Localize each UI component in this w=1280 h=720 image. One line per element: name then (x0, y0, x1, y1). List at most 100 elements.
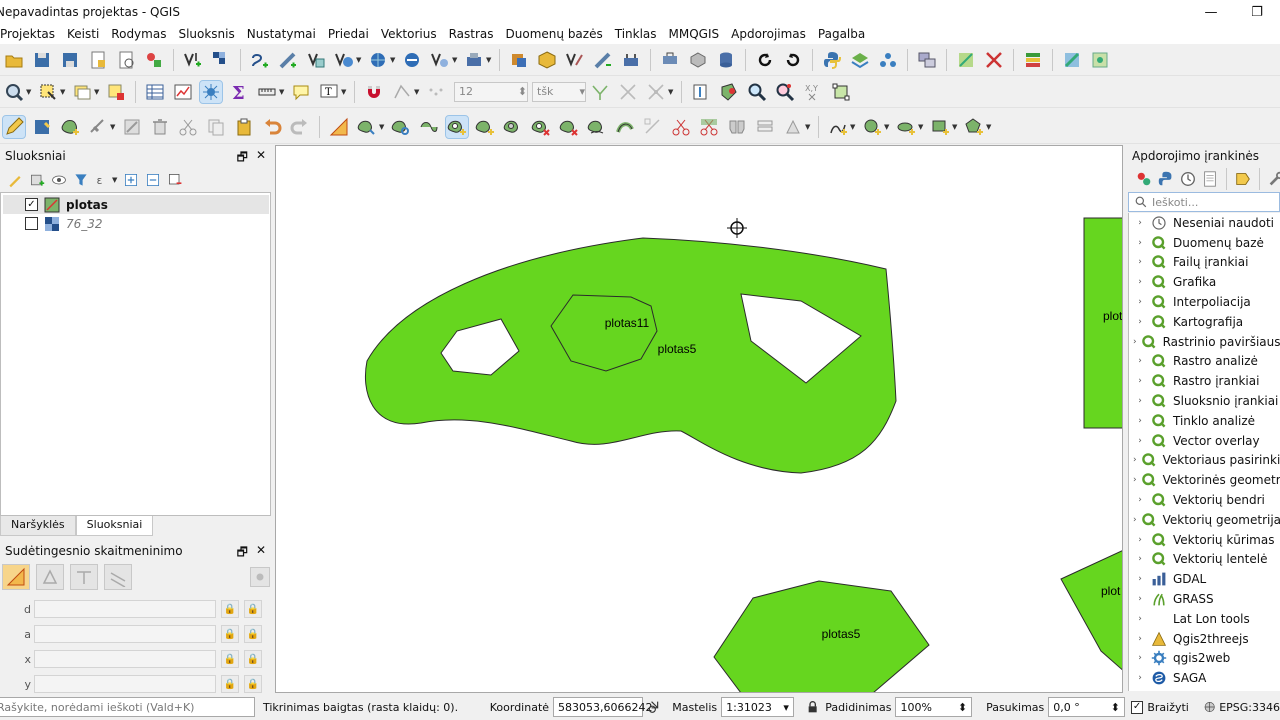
add-wfs-layer-icon[interactable] (620, 49, 642, 71)
float-panel-icon[interactable]: 🗗 (237, 543, 248, 564)
relative-lock-icon[interactable]: 🔒 (244, 600, 262, 618)
sum-icon[interactable]: Σ (228, 81, 250, 103)
identify-features-icon[interactable] (3, 81, 25, 103)
python-console-icon[interactable] (821, 49, 843, 71)
select-by-value-icon[interactable] (71, 81, 93, 103)
menu-settings[interactable]: Nustatymai (241, 27, 322, 41)
new-print-layout-icon[interactable] (87, 49, 109, 71)
distance-input[interactable] (34, 600, 216, 618)
map-canvas[interactable]: plotas11 plotas5 plotas5 plot plot (275, 145, 1123, 693)
processing-group-item[interactable]: › Grafika (1129, 272, 1280, 292)
multi-window-icon[interactable] (916, 49, 938, 71)
processing-group-item[interactable]: › Vektorių geometrija (1129, 510, 1280, 530)
scale-lock-icon[interactable] (806, 700, 819, 714)
zoom-in-search-icon[interactable] (746, 81, 768, 103)
crs-value[interactable]: EPSG:3346 (1219, 701, 1280, 714)
results-viewer-icon[interactable] (1201, 170, 1219, 188)
lock-icon[interactable]: 🔒 (221, 600, 239, 618)
split-features-icon[interactable] (670, 116, 692, 138)
network-plugin-icon[interactable] (877, 49, 899, 71)
geometry-checker-icon[interactable] (718, 81, 740, 103)
lock-icon[interactable]: 🔒 (221, 625, 239, 643)
layers-plugin-icon[interactable] (849, 49, 871, 71)
processing-toolbox-icon[interactable] (659, 49, 681, 71)
select-features-icon[interactable] (37, 81, 59, 103)
measure-line-icon[interactable] (256, 81, 278, 103)
map-tips-icon[interactable] (290, 81, 312, 103)
x-input[interactable] (34, 650, 216, 668)
models-icon[interactable] (1135, 170, 1153, 188)
visibility-eye-icon[interactable] (50, 171, 68, 189)
expand-chevron-icon[interactable]: › (1133, 554, 1147, 564)
processing-group-item[interactable]: › Interpoliacija (1129, 292, 1280, 312)
package-layers-icon[interactable] (536, 49, 558, 71)
add-arcgis-icon[interactable] (429, 49, 451, 71)
graphical-modeler-icon[interactable] (687, 49, 709, 71)
add-wfs-icon[interactable] (333, 49, 355, 71)
lock-icon[interactable]: 🔒 (221, 650, 239, 668)
menu-web[interactable]: Tinklas (609, 27, 663, 41)
processing-group-item[interactable]: › Vektorių bendri (1129, 490, 1280, 510)
layer-visibility-checkbox[interactable]: ✓ (25, 198, 38, 211)
expand-chevron-icon[interactable]: › (1133, 277, 1147, 287)
expand-chevron-icon[interactable]: › (1133, 475, 1137, 485)
zoom-selection-icon[interactable] (774, 81, 796, 103)
reverse-line-icon[interactable] (642, 116, 664, 138)
polygon-right-bottom[interactable] (1060, 549, 1123, 673)
processing-group-item[interactable]: › Rastrinio paviršiaus a (1129, 332, 1280, 352)
shape-digitize-icon[interactable] (690, 81, 712, 103)
digitize-pen-icon[interactable] (592, 49, 614, 71)
cut-features-icon[interactable] (177, 116, 199, 138)
add-virtual-layer-icon[interactable] (305, 49, 327, 71)
remove-layer-icon[interactable] (166, 171, 184, 189)
rotation-spinbox[interactable]: 0,0 ° ⬍ (1048, 697, 1125, 717)
expand-chevron-icon[interactable]: › (1133, 495, 1147, 505)
expand-chevron-icon[interactable]: › (1133, 673, 1147, 683)
expand-chevron-icon[interactable]: › (1133, 535, 1147, 545)
expand-chevron-icon[interactable]: › (1133, 396, 1147, 406)
filter-legend-icon[interactable] (72, 171, 90, 189)
collapse-all-icon[interactable] (144, 171, 162, 189)
render-checkbox[interactable]: ✓ (1130, 700, 1144, 714)
float-panel-icon[interactable]: 🗗 (237, 148, 248, 169)
python-scripts-icon[interactable] (1157, 170, 1175, 188)
add-spatialite-icon[interactable] (277, 49, 299, 71)
expand-all-icon[interactable] (122, 171, 140, 189)
georeferencer-icon[interactable] (955, 49, 977, 71)
processing-group-item[interactable]: › Tinklo analizė (1129, 411, 1280, 431)
relative-lock-icon[interactable]: 🔒 (244, 625, 262, 643)
processing-group-item[interactable]: › Duomenų bazė (1129, 233, 1280, 253)
close-panel-icon[interactable]: ✕ (256, 148, 266, 169)
processing-group-item[interactable]: › Neseniai naudoti (1129, 213, 1280, 233)
tab-browser[interactable]: Naršyklės (0, 516, 76, 536)
open-project-icon[interactable] (3, 49, 25, 71)
redo-icon[interactable] (289, 116, 311, 138)
snap-vertex-icon[interactable] (391, 81, 413, 103)
menu-raster[interactable]: Rastras (443, 27, 500, 41)
lock-icon[interactable]: 🔒 (221, 675, 239, 693)
processing-group-item[interactable]: › Vektoriaus pasirinkim (1129, 451, 1280, 471)
menu-processing[interactable]: Apdorojimas (725, 27, 812, 41)
save-project-icon[interactable] (31, 49, 53, 71)
toggle-editing-icon[interactable] (2, 114, 26, 139)
style-panel-icon[interactable] (6, 171, 24, 189)
processing-group-item[interactable]: › Failų įrankiai (1129, 253, 1280, 273)
coordinate-field[interactable]: 583053,6066242 (553, 697, 653, 717)
snapping-magnet-icon[interactable] (363, 81, 385, 103)
add-regular-polygon-icon[interactable] (963, 116, 985, 138)
add-polygon-feature-icon[interactable] (59, 116, 81, 138)
statistics-table-icon[interactable] (172, 81, 194, 103)
add-ellipse-icon[interactable] (895, 116, 917, 138)
maximize-button[interactable]: ❐ (1234, 0, 1280, 24)
angle-input[interactable] (34, 625, 216, 643)
layer-row-plotas[interactable]: ✓ plotas (3, 195, 269, 214)
processing-group-item[interactable]: › Rastro analizė (1129, 352, 1280, 372)
reshape-features-icon[interactable] (586, 116, 608, 138)
advanced-digitizing-icon[interactable] (328, 116, 350, 138)
expand-chevron-icon[interactable]: › (1133, 614, 1147, 624)
history-clock-icon[interactable] (1179, 170, 1197, 188)
processing-group-item[interactable]: › qgis2web (1129, 649, 1280, 669)
polygon-right-top[interactable] (1083, 217, 1123, 429)
new-scratch-layer-icon[interactable] (463, 49, 485, 71)
expand-chevron-icon[interactable]: › (1133, 594, 1147, 604)
